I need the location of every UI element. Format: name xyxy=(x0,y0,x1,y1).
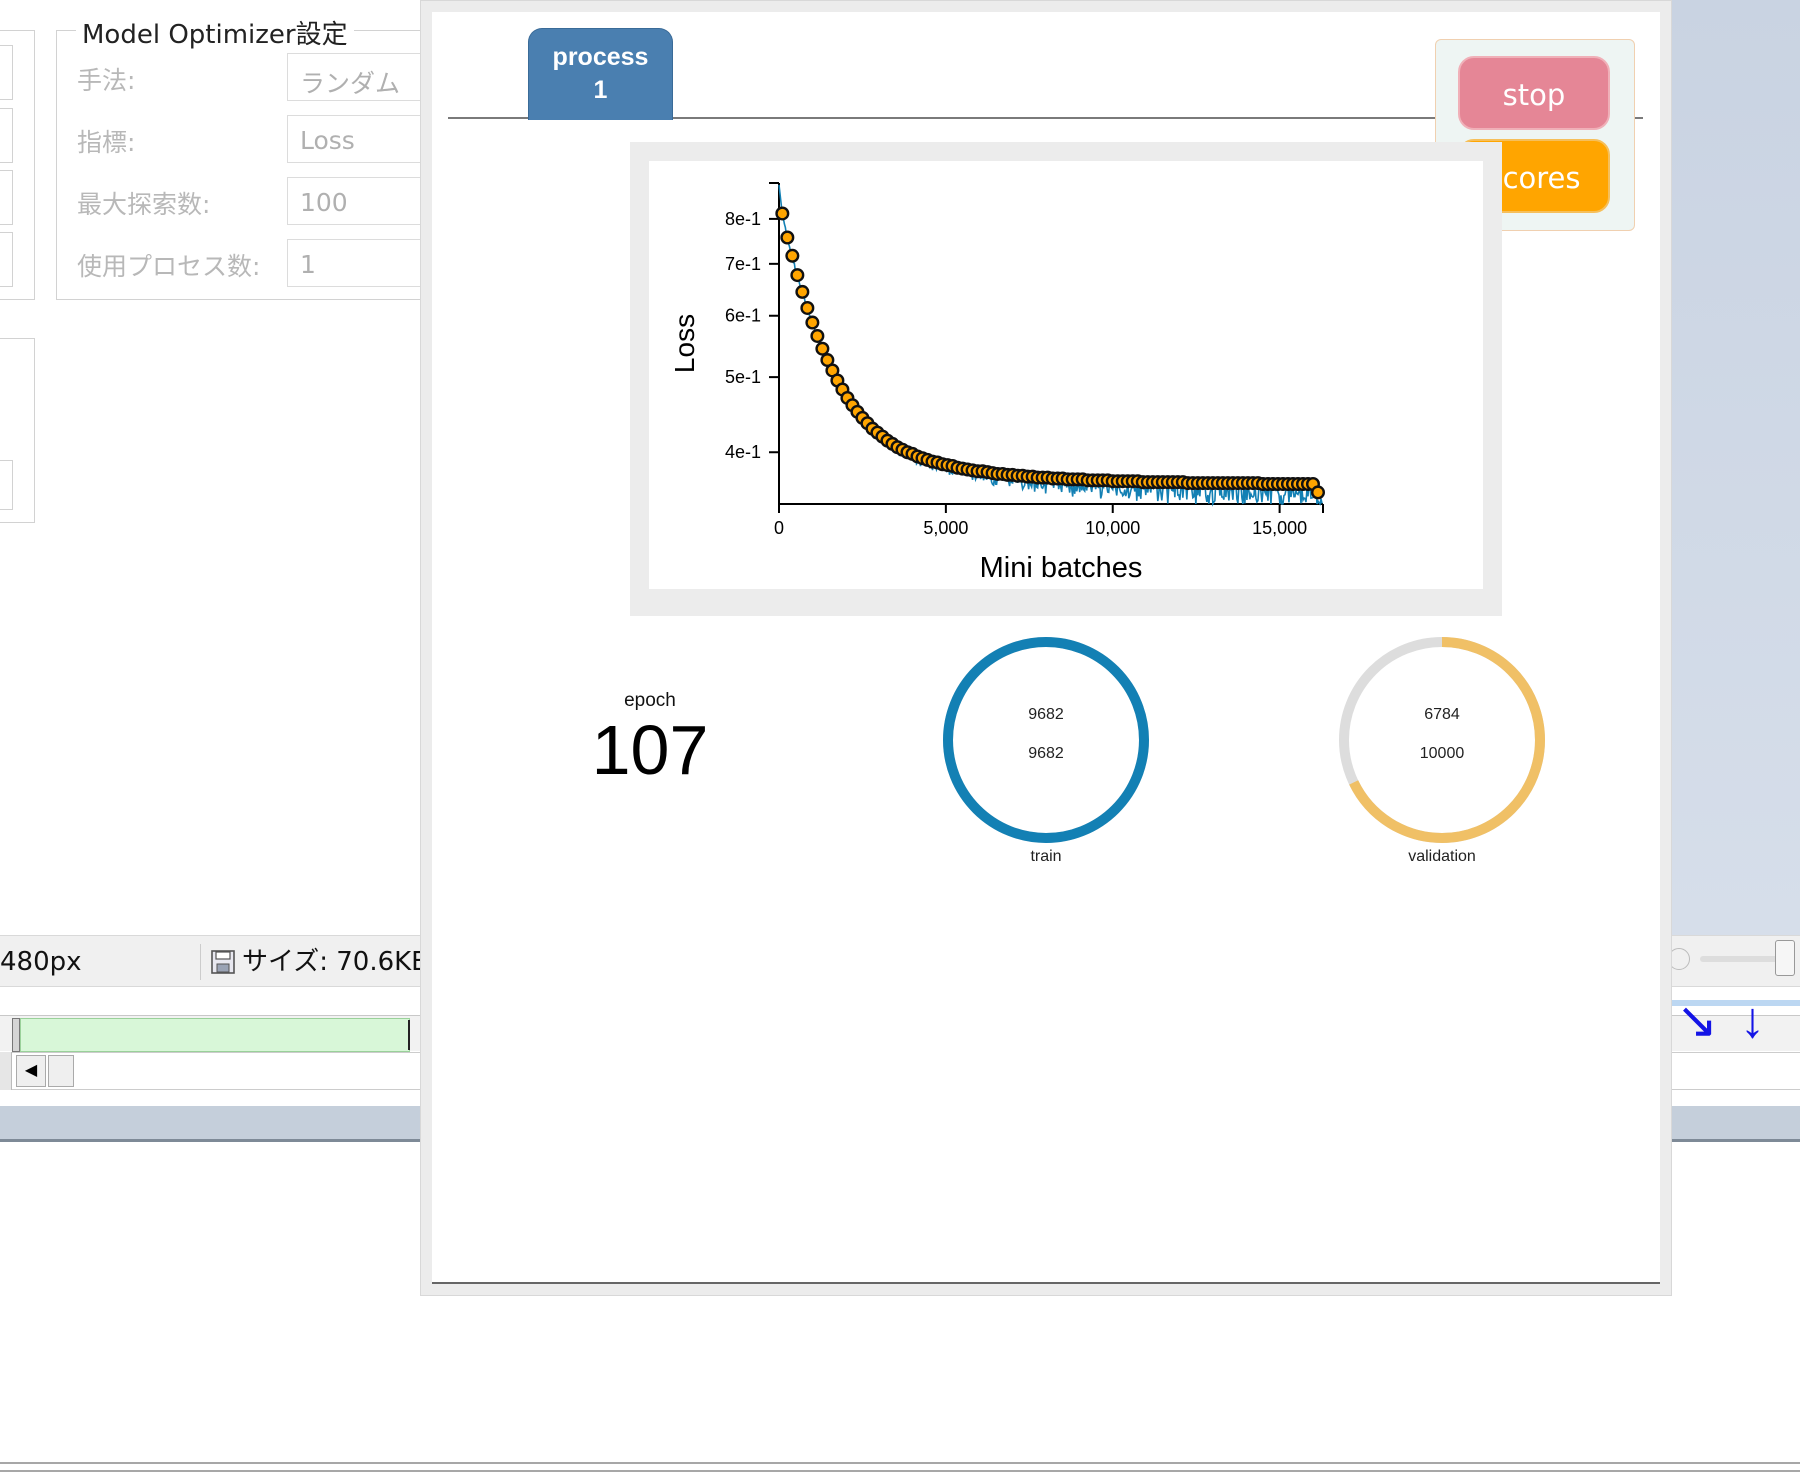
y-tick-label: 7e-1 xyxy=(725,254,761,274)
status-divider xyxy=(200,944,201,980)
timeline-range[interactable] xyxy=(20,1018,410,1052)
loss-raw-line xyxy=(778,184,1323,507)
process-count-label: 使用プロセス数: xyxy=(77,252,261,281)
train-current: 9682 xyxy=(1028,706,1064,723)
max-search-label: 最大探索数: xyxy=(77,190,211,219)
loss-point xyxy=(1310,485,1325,500)
x-tick-label: 10,000 xyxy=(1085,518,1140,538)
save-icon xyxy=(211,950,235,974)
validation-current: 6784 xyxy=(1424,706,1460,723)
loss-point xyxy=(800,300,815,315)
scroll-left-icon[interactable]: ◀ xyxy=(16,1055,46,1087)
epoch-value: 107 xyxy=(591,711,709,789)
scrollbar-gutter xyxy=(0,1052,12,1090)
train-ring-fill xyxy=(943,637,1149,843)
x-tick-label: 5,000 xyxy=(923,518,968,538)
y-tick-label: 5e-1 xyxy=(725,367,761,387)
scroll-thumb[interactable] xyxy=(48,1055,74,1087)
y-tick-label: 8e-1 xyxy=(725,209,761,229)
method-label: 手法: xyxy=(77,66,136,95)
loss-point xyxy=(785,248,800,263)
validation-progress-ring xyxy=(1339,637,1545,843)
stop-button[interactable]: stop xyxy=(1458,56,1610,130)
epoch-label: epoch xyxy=(624,690,676,711)
timeline-marker xyxy=(408,1020,410,1050)
loss-point xyxy=(795,284,810,299)
loss-point xyxy=(805,315,820,330)
loss-point xyxy=(790,268,805,283)
tab-label-line1: process xyxy=(552,43,649,71)
train-progress-ring xyxy=(943,637,1149,843)
train-total: 9682 xyxy=(1028,745,1064,762)
arrow-down-icon[interactable]: ↓ xyxy=(1740,995,1765,1045)
arrow-down-right-icon[interactable]: ↘ xyxy=(1676,995,1718,1045)
left-field-stub xyxy=(0,460,13,510)
loss-point xyxy=(775,206,790,221)
y-tick-label: 4e-1 xyxy=(725,442,761,462)
loss-point xyxy=(780,230,795,245)
x-axis-label: Mini batches xyxy=(980,552,1143,584)
y-tick-label: 6e-1 xyxy=(725,306,761,326)
validation-total: 10000 xyxy=(1419,745,1465,762)
x-tick-label: 0 xyxy=(774,518,784,538)
tab-process-1[interactable]: process 1 xyxy=(528,28,673,120)
train-label: train xyxy=(1030,848,1062,865)
zoom-slider-thumb[interactable] xyxy=(1775,940,1795,976)
loss-point xyxy=(815,341,830,356)
left-group-frame xyxy=(0,30,35,300)
tab-label-line2: 1 xyxy=(593,76,608,104)
right-side-panel xyxy=(1672,0,1800,935)
loss-point xyxy=(810,328,825,343)
bottom-divider xyxy=(0,1462,1800,1472)
validation-label: validation xyxy=(1408,848,1476,865)
metric-label: 指標: xyxy=(77,128,136,157)
y-axis-label: Loss xyxy=(669,314,700,373)
file-size-text: サイズ: 70.6KB xyxy=(242,947,430,977)
timeline-handle[interactable] xyxy=(12,1018,20,1052)
settings-group-title: Model Optimizer設定 xyxy=(76,14,354,51)
loss-chart: 0 5,000 10,000 15,000 8e-1 7e-1 6e-1 5e-1 4e-1 Mi… xyxy=(669,182,1325,584)
image-dimension-text: 480px xyxy=(0,947,82,977)
x-tick-label: 15,000 xyxy=(1252,518,1307,538)
